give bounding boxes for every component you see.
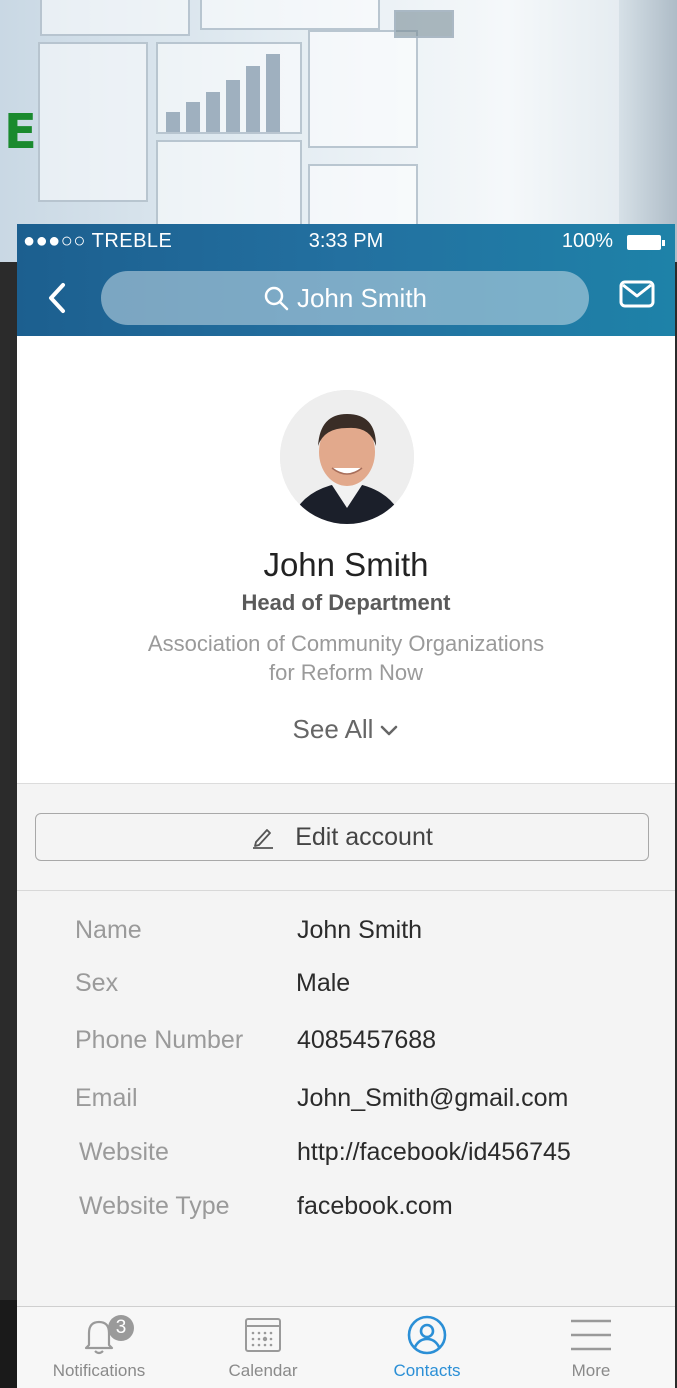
back-button[interactable]: [43, 280, 73, 316]
banner-panel: [308, 30, 418, 148]
profile-name: John Smith: [263, 546, 429, 583]
pencil-icon: [253, 829, 274, 849]
detail-row-website-type: Website Type facebook.com: [17, 1192, 675, 1232]
tab-more[interactable]: More: [509, 1307, 673, 1388]
banner-panel: [394, 10, 454, 38]
banner-panel: [156, 42, 302, 134]
banner-panel: [200, 0, 380, 30]
menu-icon: [571, 1319, 611, 1351]
banner-panel: [40, 0, 190, 36]
detail-row-sex: Sex Male: [17, 969, 675, 1009]
detail-value[interactable]: John_Smith@gmail.com: [297, 1084, 568, 1113]
tab-icon-wrap: [345, 1313, 509, 1357]
organization-line: for Reform Now: [268, 660, 424, 685]
detail-label: Email: [75, 1084, 138, 1112]
detail-label: Phone Number: [75, 1026, 244, 1054]
detail-label: Website Type: [79, 1192, 230, 1220]
contacts-icon: [407, 1315, 447, 1355]
calendar-icon: [245, 1318, 281, 1352]
tab-calendar[interactable]: Calendar: [181, 1307, 345, 1388]
banner-panel: [156, 140, 302, 230]
detail-row-website: Website http://facebook/id456745: [17, 1138, 675, 1178]
detail-label: Sex: [75, 969, 119, 997]
detail-value: facebook.com: [297, 1192, 453, 1220]
tab-label: Notifications: [52, 1361, 146, 1380]
tab-label: More: [571, 1361, 611, 1380]
tab-label: Calendar: [228, 1361, 298, 1380]
chevron-down-icon: [381, 725, 398, 736]
banner-panel: [38, 42, 148, 202]
organization-line: Association of Community Organizations: [147, 631, 545, 656]
tab-icon-wrap: [509, 1313, 673, 1357]
tab-contacts[interactable]: Contacts: [345, 1307, 509, 1388]
section-divider: [17, 890, 675, 891]
mail-icon: [619, 280, 655, 308]
tab-bar: 3 Notifications Calendar Contacts More: [17, 1306, 675, 1388]
navigation-bar: ●●●○○ TREBLE 3:33 PM 100% John Smith: [17, 224, 675, 336]
banner-edge: [619, 0, 677, 262]
mail-button[interactable]: [619, 280, 655, 308]
avatar[interactable]: [280, 390, 414, 524]
notification-badge: 3: [108, 1315, 134, 1341]
search-icon: [264, 286, 289, 311]
tab-icon-wrap: [17, 1313, 181, 1357]
banner-letter: E: [4, 104, 37, 160]
profile-organization: Association of Community Organizations f…: [17, 629, 675, 687]
edit-account-label: Edit account: [295, 822, 433, 851]
status-bar: ●●●○○ TREBLE 3:33 PM 100%: [17, 224, 675, 260]
edit-account-button[interactable]: Edit account: [35, 813, 649, 861]
person-photo-icon: [280, 390, 414, 524]
phone-screen: ●●●○○ TREBLE 3:33 PM 100% John Smith Joh…: [17, 224, 675, 1388]
detail-label: Name: [75, 916, 142, 944]
detail-label: Website: [79, 1138, 169, 1166]
battery-percentage: 100%: [561, 230, 613, 252]
detail-row-email: Email John_Smith@gmail.com: [17, 1084, 675, 1124]
detail-row-name: Name John Smith: [17, 916, 675, 956]
detail-value[interactable]: 4085457688: [297, 1026, 436, 1055]
tab-icon-wrap: [181, 1313, 345, 1357]
detail-row-phone: Phone Number 4085457688: [17, 1026, 675, 1066]
chevron-left-icon: [49, 283, 65, 313]
battery-icon: [627, 235, 665, 250]
tab-notifications[interactable]: 3 Notifications: [17, 1307, 181, 1388]
detail-value: Male: [296, 969, 351, 997]
left-edge-shadow: [0, 1300, 17, 1388]
detail-value[interactable]: http://facebook/id456745: [297, 1138, 571, 1167]
see-all-label: See All: [292, 714, 374, 744]
search-bar[interactable]: John Smith: [101, 271, 589, 325]
profile-card: John Smith Head of Department Associatio…: [17, 336, 675, 784]
tab-label: Contacts: [393, 1361, 461, 1380]
search-text: John Smith: [296, 282, 428, 313]
background-banner: E: [0, 0, 677, 262]
see-all-button[interactable]: See All: [17, 714, 675, 745]
profile-title: Head of Department: [241, 590, 451, 615]
detail-value: John Smith: [297, 916, 423, 944]
